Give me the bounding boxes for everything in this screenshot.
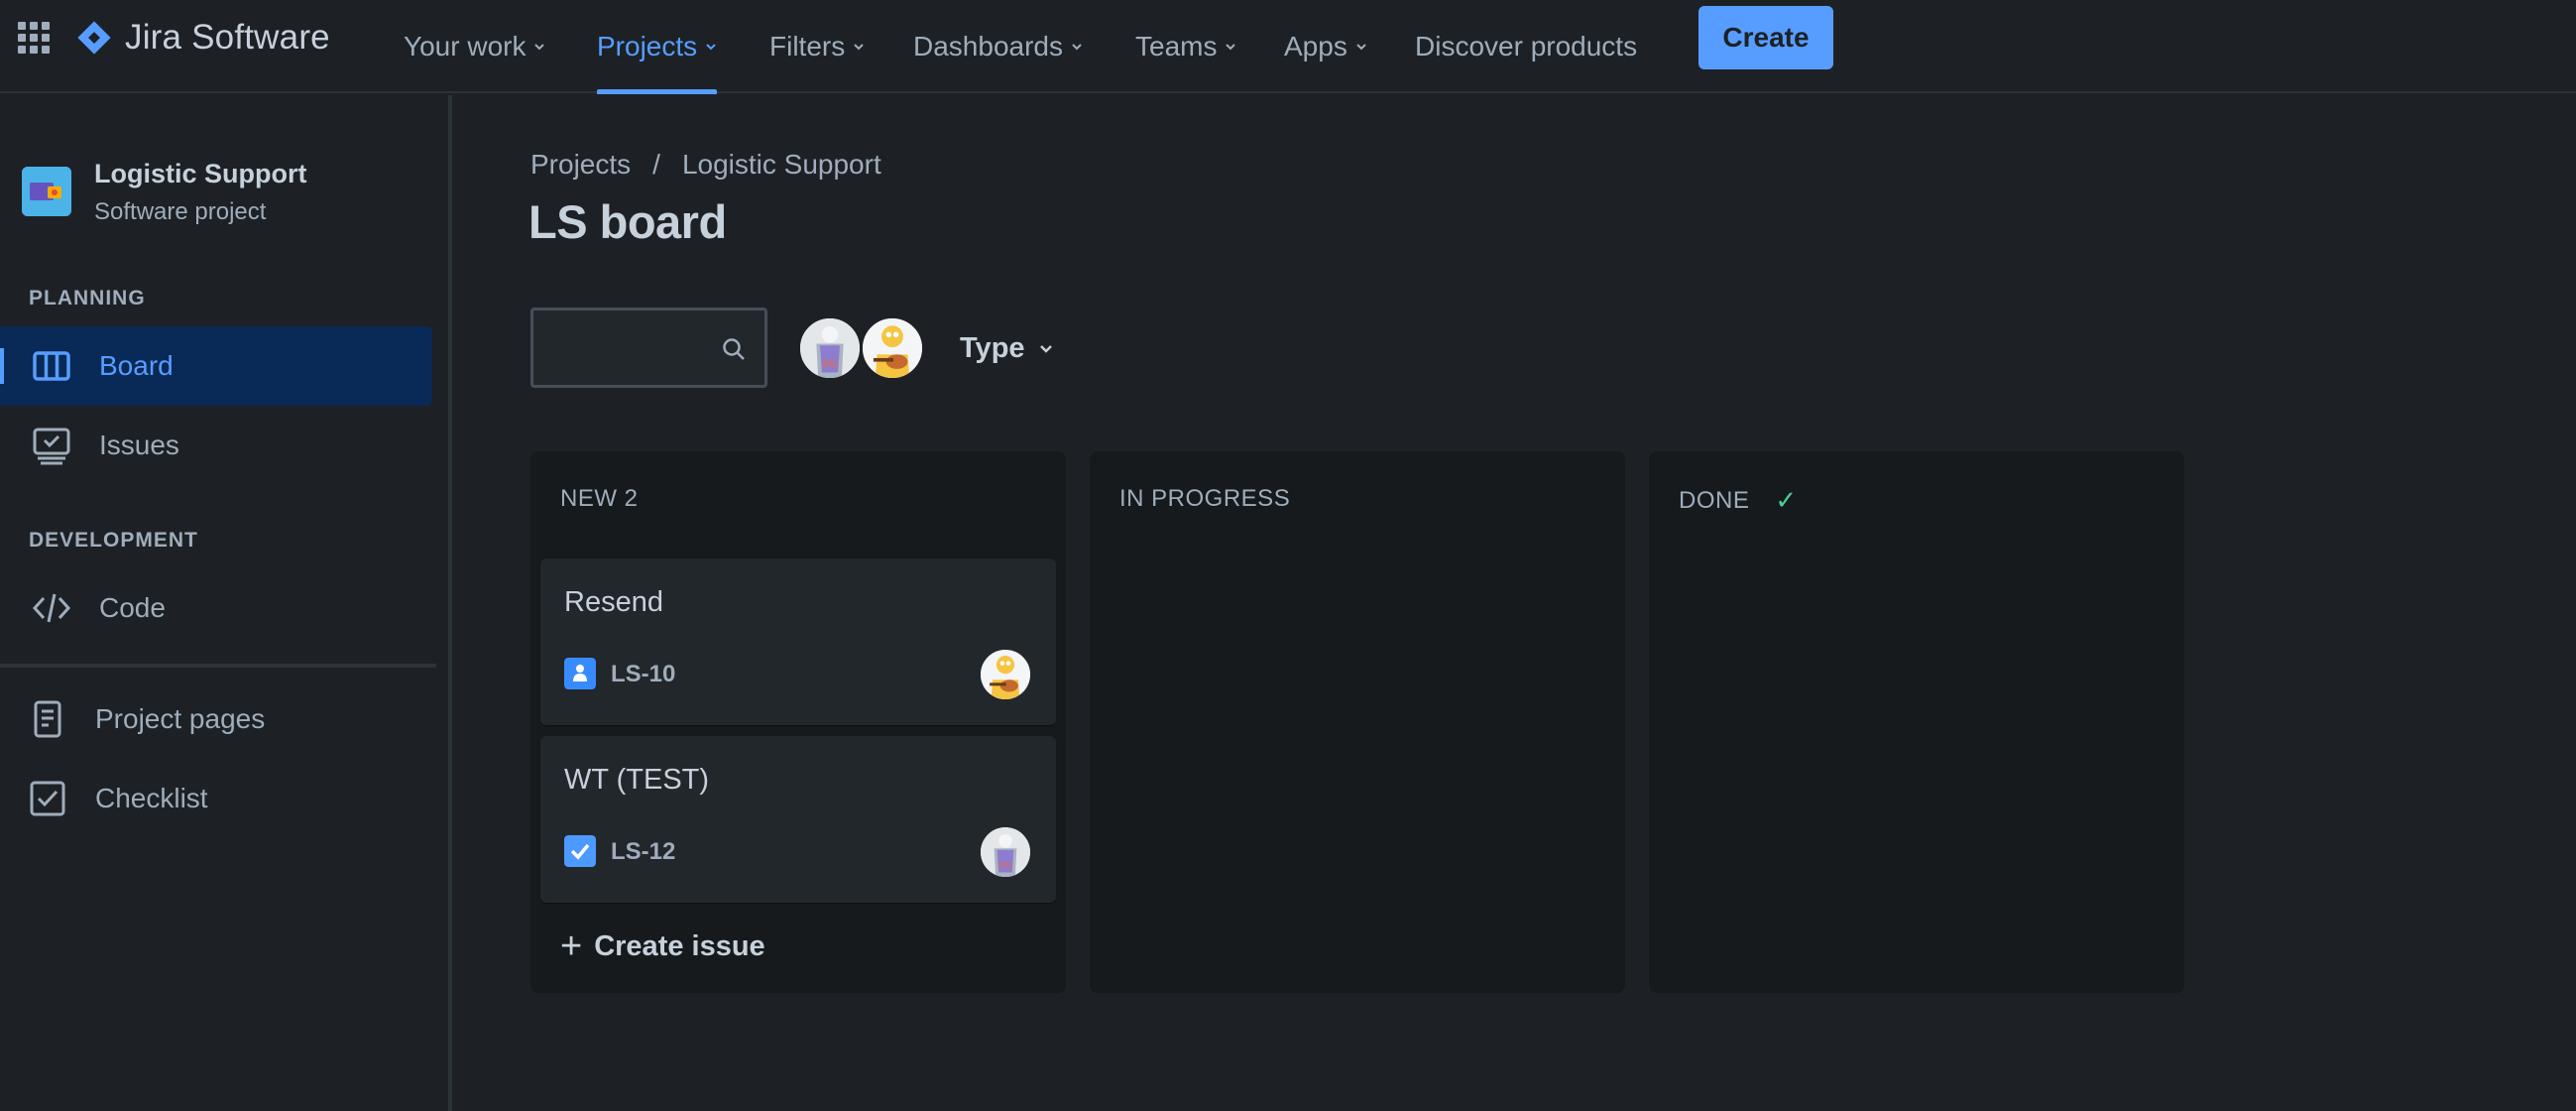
sidebar-item-label: Board (99, 350, 174, 381)
story-type-icon (564, 658, 596, 689)
issue-summary: Resend (564, 586, 663, 618)
breadcrumb: Projects / Logistic Support (530, 149, 881, 181)
project-avatar[interactable] (22, 167, 71, 216)
column-title: DONE (1679, 486, 1750, 514)
project-name[interactable]: Logistic Support (94, 159, 306, 189)
nav-filters[interactable]: Filters (769, 0, 865, 93)
search-icon (723, 338, 745, 360)
breadcrumb-projects[interactable]: Projects (530, 149, 631, 181)
assignee-avatar[interactable] (981, 650, 1030, 699)
board-search[interactable] (530, 308, 767, 388)
create-button[interactable]: Create (1698, 6, 1833, 69)
page-title: LS board (528, 195, 727, 248)
chevron-down-icon (1039, 345, 1052, 353)
sidebar-divider (0, 664, 436, 668)
chevron-down-icon (854, 44, 864, 51)
nav-projects-label: Projects (597, 31, 698, 62)
guitar-avatar-icon (863, 318, 922, 378)
done-check-icon: ✓ (1775, 485, 1798, 515)
create-issue-label: Create issue (594, 929, 765, 962)
avatar-filter-guitar[interactable] (860, 315, 925, 381)
sidebar-item-label: Code (99, 592, 166, 623)
page-icon (28, 699, 67, 739)
column-header: DONE ✓ (1679, 485, 1798, 516)
board-icon (32, 346, 71, 386)
board-column-done: DONE ✓ (1649, 451, 2184, 993)
jira-logo[interactable]: Jira Software (75, 18, 330, 58)
issue-card-ls-10[interactable]: Resend LS-10 (540, 558, 1056, 725)
avatar-filter-jersey[interactable]: PG (797, 315, 863, 381)
nav-dashboards[interactable]: Dashboards (913, 0, 1083, 93)
project-type: Software project (94, 198, 267, 225)
nav-apps[interactable]: Apps (1284, 0, 1367, 93)
jersey-avatar-icon: PG (800, 318, 860, 378)
chevron-down-icon (706, 44, 716, 51)
nav-teams[interactable]: Teams (1135, 0, 1236, 93)
board-column-new: NEW 2 Resend LS-10 WT (TEST) LS-12 PG + … (530, 451, 1066, 993)
issue-card-ls-12[interactable]: WT (TEST) LS-12 PG (540, 736, 1056, 903)
sidebar-item-label: Issues (99, 430, 179, 460)
chevron-down-icon (1072, 44, 1082, 51)
chevron-down-icon (1226, 44, 1236, 51)
nav-apps-label: Apps (1284, 31, 1347, 62)
sidebar-item-label: Checklist (95, 783, 208, 813)
svg-text:PG: PG (822, 358, 837, 371)
sidebar-item-issues[interactable]: Issues (0, 406, 432, 485)
search-input[interactable] (533, 310, 712, 385)
type-filter-dropdown[interactable]: Type (960, 315, 1053, 381)
chevron-down-icon (534, 44, 545, 51)
nav-dashboards-label: Dashboards (913, 31, 1063, 62)
nav-teams-label: Teams (1135, 31, 1218, 62)
nav-your-work[interactable]: Your work (404, 0, 545, 93)
plus-icon: + (560, 926, 583, 967)
app-switcher-icon[interactable] (18, 22, 50, 54)
jira-diamond-icon (77, 21, 111, 55)
jersey-avatar-icon: PG (981, 827, 1030, 877)
breadcrumb-logistic-support[interactable]: Logistic Support (682, 149, 881, 181)
create-issue-button[interactable]: + Create issue (560, 927, 765, 965)
project-sidebar: Logistic Support Software project PLANNI… (0, 95, 452, 1111)
issue-key[interactable]: LS-12 (611, 838, 675, 866)
svg-text:PG: PG (999, 862, 1012, 872)
assignee-avatar[interactable]: PG (981, 827, 1030, 877)
column-header: NEW 2 (560, 485, 639, 513)
column-header: IN PROGRESS (1119, 485, 1290, 513)
issue-summary: WT (TEST) (564, 764, 710, 796)
nav-discover-products-label: Discover products (1415, 31, 1638, 62)
type-filter-label: Type (960, 331, 1025, 364)
sidebar-item-board[interactable]: Board (0, 326, 432, 406)
chevron-down-icon (1356, 44, 1366, 51)
nav-your-work-label: Your work (404, 31, 527, 62)
board-column-in-progress: IN PROGRESS (1090, 451, 1625, 993)
issue-key[interactable]: LS-10 (611, 661, 675, 688)
project-logo-icon (22, 167, 71, 216)
guitar-avatar-icon (981, 650, 1030, 699)
sidebar-item-label: Project pages (95, 703, 266, 734)
column-title: IN PROGRESS (1119, 485, 1291, 512)
product-name: Jira Software (125, 18, 330, 57)
nav-discover-products[interactable]: Discover products (1415, 0, 1637, 93)
nav-filters-label: Filters (769, 31, 846, 62)
column-title: NEW 2 (560, 485, 639, 512)
checklist-icon (28, 779, 67, 818)
issues-icon (32, 426, 71, 465)
code-icon (32, 588, 71, 628)
development-section-title: DEVELOPMENT (29, 529, 198, 552)
breadcrumb-separator: / (652, 149, 660, 180)
planning-section-title: PLANNING (29, 287, 146, 309)
sidebar-item-checklist[interactable]: Checklist (0, 759, 432, 838)
top-navigation: Jira Software Your work Projects Filters… (0, 0, 2576, 94)
nav-projects[interactable]: Projects (597, 0, 718, 94)
sidebar-item-code[interactable]: Code (0, 568, 432, 648)
task-type-icon (564, 835, 596, 867)
sidebar-item-project-pages[interactable]: Project pages (0, 679, 432, 759)
